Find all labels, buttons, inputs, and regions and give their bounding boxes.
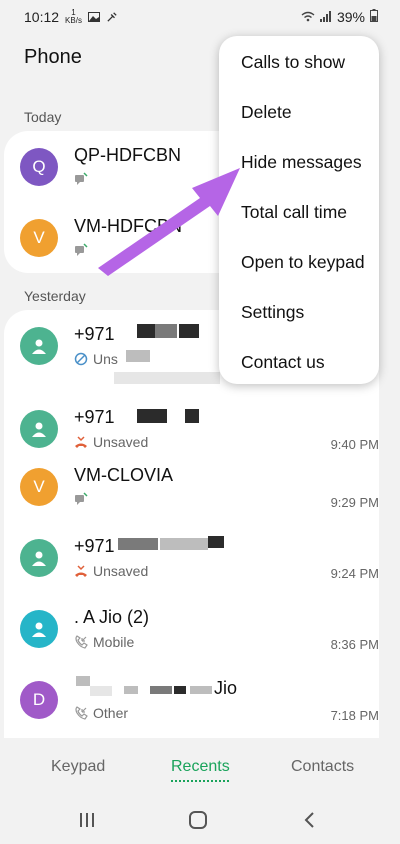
call-time: 7:18 PM xyxy=(330,708,379,723)
annotation-arrow-icon xyxy=(98,168,240,276)
caller-name: VM-CLOVIA xyxy=(74,465,174,485)
battery-icon xyxy=(370,9,378,25)
call-time: 9:24 PM xyxy=(330,566,379,581)
call-sub-info: Unsaved xyxy=(74,563,148,579)
tools-icon xyxy=(106,9,118,25)
avatar: V xyxy=(20,467,58,506)
blocked-icon xyxy=(74,352,88,366)
call-time: 9:40 PM xyxy=(330,437,379,452)
tab-keypad[interactable]: Keypad xyxy=(51,758,105,776)
menu-item-contact-us[interactable]: Contact us xyxy=(241,352,325,373)
contact-avatar-icon xyxy=(20,326,58,365)
section-label-yesterday: Yesterday xyxy=(24,288,86,304)
call-log-row[interactable]: V VM-CLOVIA 9:29 PM xyxy=(4,451,379,522)
call-log-row[interactable]: D Jio Other 7:18 PM xyxy=(4,664,379,735)
redaction-block xyxy=(114,372,220,384)
message-icon xyxy=(74,172,88,186)
message-icon xyxy=(74,492,88,506)
menu-item-calls-to-show[interactable]: Calls to show xyxy=(241,52,345,73)
status-time: 10:12 xyxy=(24,9,60,25)
section-label-today: Today xyxy=(24,109,62,125)
call-sub-info: Unsaved xyxy=(74,434,148,450)
caller-name: . A Jio (2) xyxy=(74,607,150,627)
gallery-icon xyxy=(87,9,100,25)
missed-call-icon xyxy=(75,565,87,577)
redaction-block xyxy=(174,686,186,694)
redaction-block xyxy=(185,409,199,423)
call-log-row[interactable]: . A Jio (2) Mobile 8:36 PM xyxy=(4,593,379,664)
contact-avatar-icon xyxy=(20,609,58,648)
call-time: 9:29 PM xyxy=(330,495,379,510)
bottom-tab-bar: Keypad Recents Contacts xyxy=(0,742,400,790)
missed-call-icon xyxy=(75,436,87,448)
incoming-call-icon xyxy=(75,635,88,649)
incoming-call-icon xyxy=(75,706,88,720)
redaction-block xyxy=(137,324,155,338)
redaction-block xyxy=(124,686,138,694)
avatar: Q xyxy=(20,147,58,186)
redaction-block xyxy=(126,350,150,362)
redaction-block xyxy=(208,536,224,548)
caller-name: Jio xyxy=(214,678,238,698)
battery-percent: 39% xyxy=(336,9,365,25)
call-log-row[interactable]: +971 Unsaved 9:24 PM xyxy=(4,522,379,593)
signal-icon xyxy=(319,9,332,25)
caller-name: +971 xyxy=(74,324,115,344)
caller-name: +971 xyxy=(74,536,115,556)
redaction-block xyxy=(150,686,172,694)
tab-recents[interactable]: Recents xyxy=(171,758,230,776)
avatar: D xyxy=(20,680,58,719)
tab-contacts[interactable]: Contacts xyxy=(291,758,354,776)
contact-avatar-icon xyxy=(20,409,58,448)
home-icon[interactable] xyxy=(188,811,208,829)
net-speed-indicator: 1 KB/s xyxy=(65,8,82,25)
call-sub-info: Other xyxy=(74,705,128,721)
recent-apps-icon[interactable] xyxy=(77,811,97,829)
redaction-block xyxy=(90,686,112,696)
call-time: 8:36 PM xyxy=(330,637,379,652)
avatar: V xyxy=(20,218,58,257)
redaction-block xyxy=(118,538,158,550)
system-navigation-bar xyxy=(0,795,400,844)
call-sub-info: Mobile xyxy=(74,634,134,650)
redaction-block xyxy=(76,676,90,686)
page-title: Phone xyxy=(24,46,82,68)
caller-name: +971 xyxy=(74,407,115,427)
menu-item-delete[interactable]: Delete xyxy=(241,102,292,123)
back-icon[interactable] xyxy=(300,811,320,829)
active-tab-indicator xyxy=(171,780,229,782)
message-icon xyxy=(74,243,88,257)
status-bar: 10:12 1 KB/s 39% xyxy=(0,0,400,34)
redaction-block xyxy=(179,324,199,338)
redaction-block xyxy=(160,538,208,550)
contact-avatar-icon xyxy=(20,538,58,577)
wifi-icon xyxy=(301,9,315,25)
redaction-block xyxy=(137,409,167,423)
redaction-block xyxy=(190,686,212,694)
redaction-block xyxy=(155,324,177,338)
call-sub-info: Uns xyxy=(74,351,118,367)
menu-item-settings[interactable]: Settings xyxy=(241,302,304,323)
